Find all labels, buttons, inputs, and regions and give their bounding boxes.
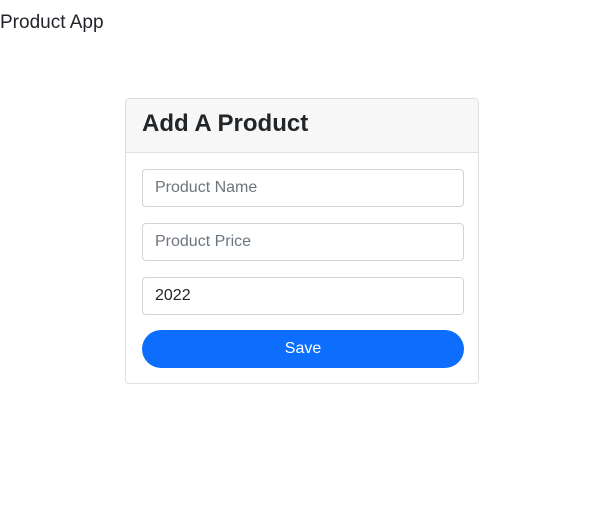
card-header: Add A Product <box>126 99 478 153</box>
app-title: Product App <box>0 12 104 33</box>
card-body: Save <box>126 153 478 368</box>
add-product-card: Add A Product Save <box>125 98 479 384</box>
save-button[interactable]: Save <box>142 330 464 368</box>
year-input[interactable] <box>142 277 464 315</box>
product-price-input[interactable] <box>142 223 464 261</box>
product-name-input[interactable] <box>142 169 464 207</box>
card-title: Add A Product <box>142 110 309 137</box>
